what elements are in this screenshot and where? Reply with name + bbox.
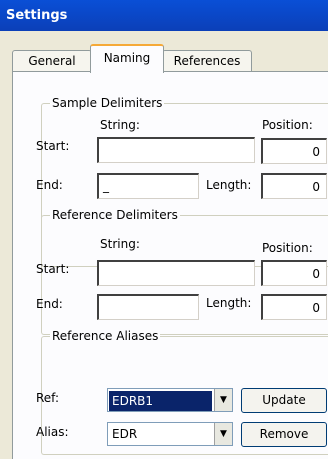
alias-dropdown-arrow-icon[interactable]: ▼ — [214, 423, 232, 445]
ref-combobox[interactable]: EDRB1 ▼ — [107, 388, 233, 412]
reference-end-string-input[interactable] — [97, 294, 199, 320]
reference-length-input[interactable]: 0 — [261, 294, 327, 320]
alias-label: Alias: — [36, 425, 69, 439]
sample-length-label: Length: — [206, 178, 252, 192]
window-title: Settings — [0, 0, 328, 31]
reference-end-label: End: — [36, 297, 63, 311]
tab-naming[interactable]: Naming — [90, 44, 164, 73]
tab-strip: General Naming References — [12, 42, 328, 73]
sample-end-string-input[interactable]: _ — [97, 173, 199, 199]
sample-string-header: String: — [100, 118, 140, 132]
sample-start-label: Start: — [36, 139, 70, 153]
reference-start-string-input[interactable] — [97, 260, 255, 286]
sample-length-input[interactable]: 0 — [261, 173, 327, 199]
sample-start-string-input[interactable] — [97, 137, 255, 163]
ref-selected-value: EDRB1 — [109, 391, 212, 411]
alias-selected-value: EDR — [112, 427, 138, 441]
alias-combobox[interactable]: EDR ▼ — [107, 422, 233, 446]
reference-aliases-title: Reference Aliases — [50, 328, 161, 344]
reference-string-header: String: — [100, 237, 140, 251]
reference-position-header: Position: — [262, 241, 313, 255]
reference-delimiters-title: Reference Delimiters — [50, 207, 180, 223]
ref-dropdown-arrow-icon[interactable]: ▼ — [214, 389, 232, 411]
tab-general[interactable]: General — [12, 50, 92, 72]
sample-delimiters-title: Sample Delimiters — [50, 95, 165, 111]
sample-position-header: Position: — [262, 118, 313, 132]
tab-references[interactable]: References — [162, 50, 252, 72]
ref-label: Ref: — [36, 391, 60, 405]
sample-end-label: End: — [36, 178, 63, 192]
update-button[interactable]: Update — [241, 388, 327, 413]
remove-button[interactable]: Remove — [241, 422, 327, 447]
reference-start-label: Start: — [36, 262, 70, 276]
reference-start-position-input[interactable]: 0 — [261, 260, 327, 286]
naming-panel: Sample Delimiters String: Position: Star… — [12, 71, 328, 459]
sample-start-position-input[interactable]: 0 — [261, 138, 327, 164]
reference-length-label: Length: — [206, 296, 252, 310]
